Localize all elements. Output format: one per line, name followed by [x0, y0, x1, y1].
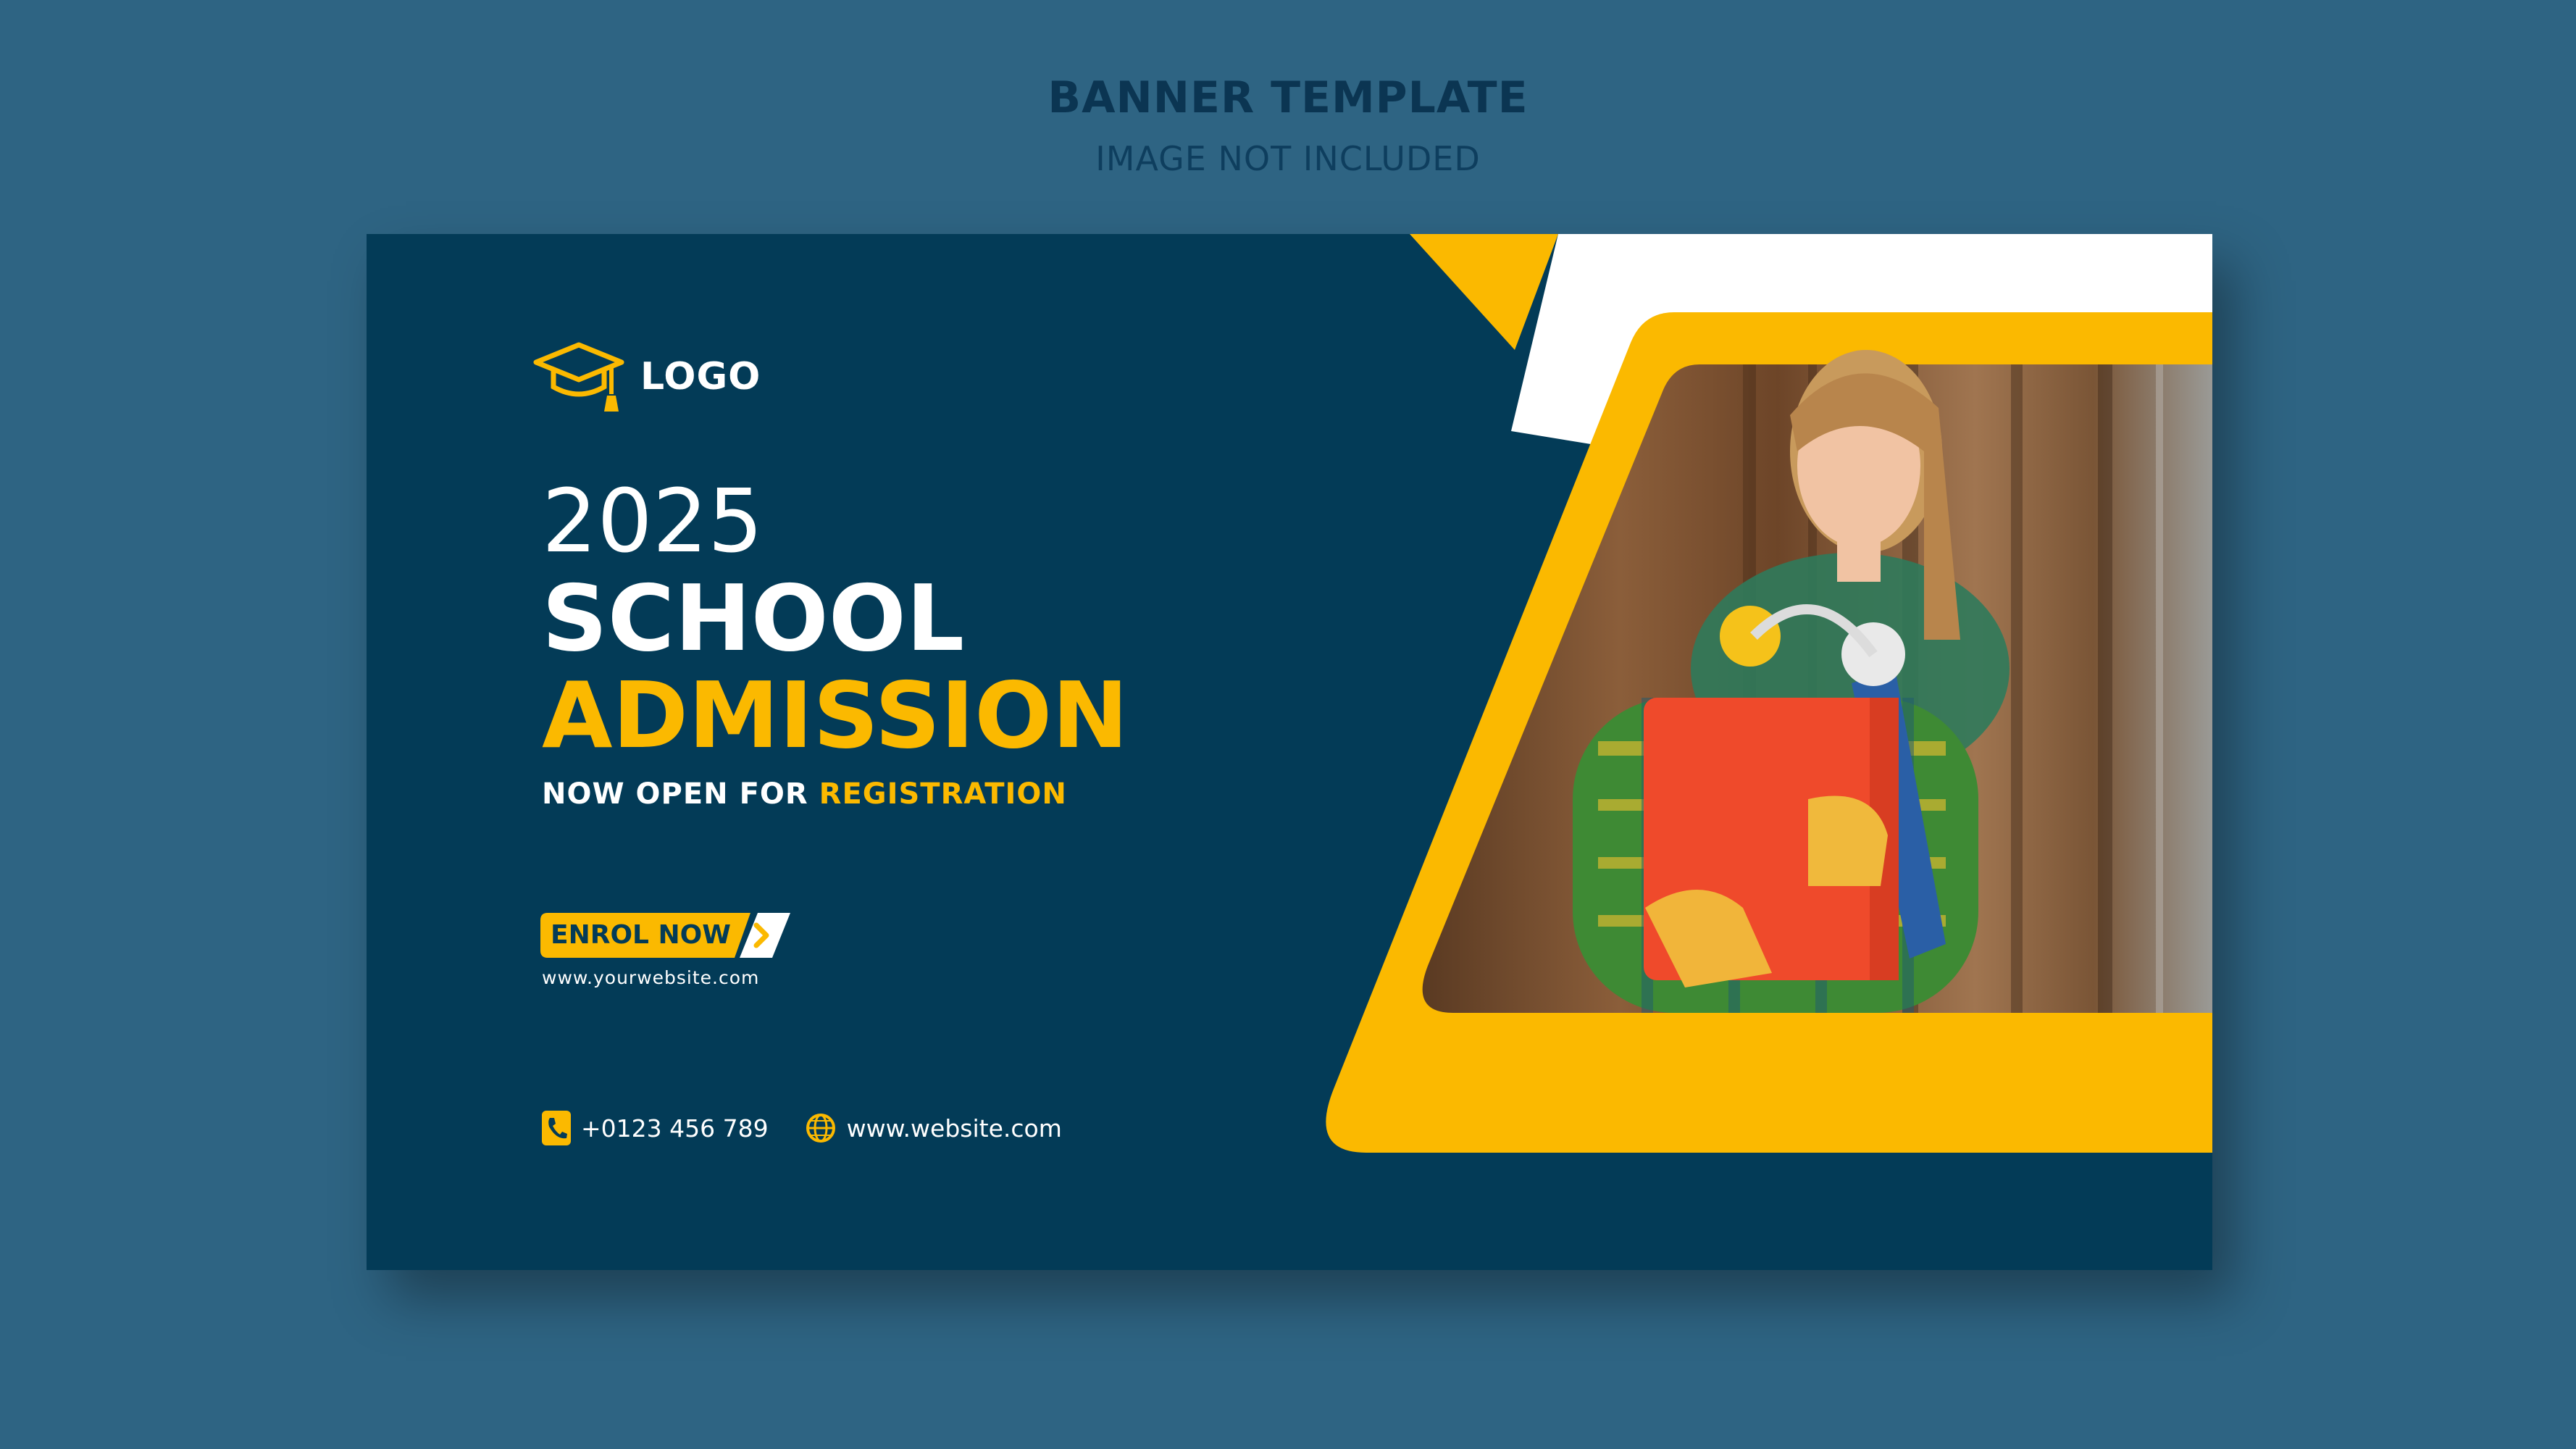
- phone-contact[interactable]: +0123 456 789: [542, 1111, 769, 1145]
- enrol-now-button[interactable]: ENROL NOW: [540, 913, 790, 958]
- page-header: BANNER TEMPLATE IMAGE NOT INCLUDED: [0, 72, 2576, 178]
- website-contact[interactable]: www.website.com: [805, 1112, 1062, 1144]
- website-url: www.website.com: [846, 1114, 1062, 1143]
- graduation-cap-icon: [533, 342, 624, 412]
- headline-year: 2025: [542, 472, 764, 572]
- enrol-button-label: ENROL NOW: [551, 920, 731, 950]
- headline-admission: ADMISSION: [542, 662, 1129, 769]
- phone-number: +0123 456 789: [581, 1114, 769, 1143]
- page-subtitle: IMAGE NOT INCLUDED: [1095, 139, 1481, 178]
- tagline-accent: REGISTRATION: [819, 777, 1067, 811]
- headline-block: 2025 SCHOOL ADMISSION NOW OPEN FOR REGIS…: [542, 477, 1129, 811]
- chevron-right-icon: [753, 922, 769, 948]
- admission-banner: LOGO 2025 SCHOOL ADMISSION NOW OPEN FOR …: [367, 234, 2212, 1270]
- tagline: NOW OPEN FOR REGISTRATION: [542, 777, 1129, 811]
- headline-school: SCHOOL: [542, 565, 965, 672]
- tagline-prefix: NOW OPEN FOR: [542, 777, 819, 811]
- logo-text: LOGO: [640, 355, 761, 398]
- globe-icon: [806, 1114, 835, 1143]
- page-title: BANNER TEMPLATE: [1047, 72, 1529, 123]
- contact-row: +0123 456 789 www.website.com: [542, 1111, 1098, 1145]
- phone-icon: [542, 1111, 571, 1145]
- logo: LOGO: [533, 339, 761, 414]
- cta-url[interactable]: www.yourwebsite.com: [542, 967, 759, 988]
